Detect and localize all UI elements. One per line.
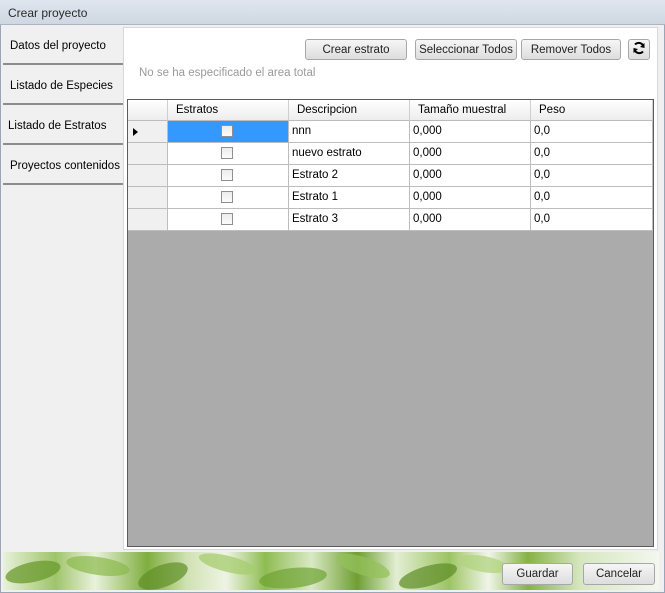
row-header[interactable]	[128, 187, 168, 209]
descripcion-cell[interactable]: Estrato 1	[289, 187, 410, 209]
tab-listado-de-estratos[interactable]: Listado de Estratos	[3, 107, 123, 145]
peso-cell[interactable]: 0,0	[531, 121, 653, 143]
tab-label: Datos del proyecto	[10, 40, 106, 52]
estratos-cell[interactable]	[168, 121, 289, 143]
descripcion-cell[interactable]: Estrato 3	[289, 209, 410, 231]
estrato-checkbox[interactable]	[221, 147, 233, 159]
estratos-cell[interactable]	[168, 165, 289, 187]
column-header-estratos[interactable]: Estratos	[168, 100, 289, 121]
tamano-cell[interactable]: 0,000	[410, 187, 531, 209]
peso-cell[interactable]: 0,0	[531, 187, 653, 209]
estratos-cell[interactable]	[168, 187, 289, 209]
title-bar: Crear proyecto	[0, 0, 665, 25]
descripcion-cell[interactable]: Estrato 2	[289, 165, 410, 187]
cancelar-button[interactable]: Cancelar	[583, 563, 655, 585]
grid-corner-header	[128, 100, 168, 121]
column-header-peso[interactable]: Peso	[531, 100, 653, 121]
tamano-cell[interactable]: 0,000	[410, 209, 531, 231]
seleccionar-todos-button[interactable]: Seleccionar Todos	[415, 39, 517, 60]
descripcion-cell[interactable]: nuevo estrato	[289, 143, 410, 165]
tab-datos-del-proyecto[interactable]: Datos del proyecto	[3, 27, 123, 65]
tab-label: Proyectos contenidos	[10, 160, 120, 172]
row-header[interactable]	[128, 209, 168, 231]
crear-estrato-button[interactable]: Crear estrato	[305, 39, 407, 60]
area-notice: No se ha especificado el area total	[139, 67, 316, 79]
refresh-button[interactable]	[628, 39, 650, 60]
descripcion-cell[interactable]: nnn	[289, 121, 410, 143]
row-header[interactable]	[128, 121, 168, 143]
column-header-tamano-muestral[interactable]: Tamaño muestral	[410, 100, 531, 121]
current-row-icon	[133, 128, 138, 136]
estrato-checkbox[interactable]	[221, 213, 233, 225]
estrato-checkbox[interactable]	[221, 191, 233, 203]
window-title: Crear proyecto	[8, 6, 88, 20]
guardar-button[interactable]: Guardar	[502, 563, 573, 585]
tab-proyectos-contenidos[interactable]: Proyectos contenidos	[3, 147, 123, 185]
tamano-cell[interactable]: 0,000	[410, 165, 531, 187]
tamano-cell[interactable]: 0,000	[410, 121, 531, 143]
peso-cell[interactable]: 0,0	[531, 209, 653, 231]
tamano-cell[interactable]: 0,000	[410, 143, 531, 165]
tab-label: Listado de Estratos	[8, 120, 107, 132]
tab-label: Listado de Especies	[10, 80, 113, 92]
remover-todos-button[interactable]: Remover Todos	[521, 39, 621, 60]
estratos-cell[interactable]	[168, 209, 289, 231]
estrato-checkbox[interactable]	[221, 169, 233, 181]
refresh-icon	[632, 41, 646, 58]
row-header[interactable]	[128, 165, 168, 187]
estratos-grid[interactable]: Estratos Descripcion Tamaño muestral Pes…	[127, 99, 654, 547]
tab-listado-de-especies[interactable]: Listado de Especies	[3, 67, 123, 105]
column-header-descripcion[interactable]: Descripcion	[289, 100, 410, 121]
row-header[interactable]	[128, 143, 168, 165]
estratos-cell[interactable]	[168, 143, 289, 165]
estrato-checkbox[interactable]	[221, 125, 233, 137]
peso-cell[interactable]: 0,0	[531, 143, 653, 165]
peso-cell[interactable]: 0,0	[531, 165, 653, 187]
